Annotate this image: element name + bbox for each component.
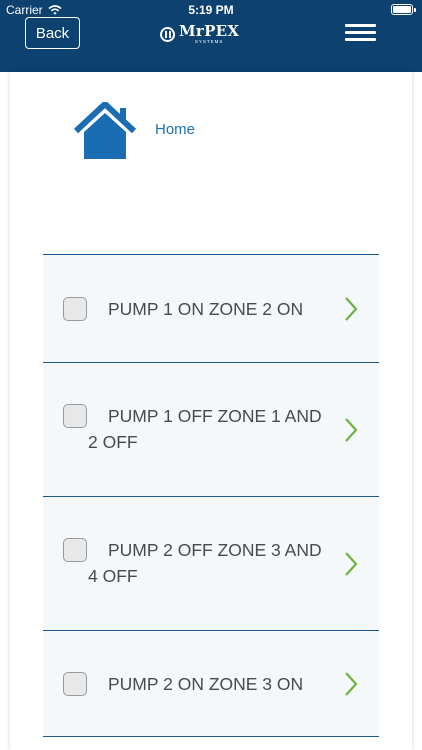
item-checkbox[interactable] [63,538,87,562]
battery-icon [391,4,416,15]
status-time: 5:19 PM [188,3,234,17]
logo-name: MrPEX [179,21,240,40]
home-link[interactable]: Home [74,102,195,160]
item-label: PUMP 2 ON ZONE 3 ON [108,674,304,694]
list-item[interactable]: PUMP 1 ON ZONE 2 ON [43,254,379,362]
app-header: Carrier 5:19 PM Back MrPEX SYSTEMS [0,0,422,72]
list-item[interactable]: PUMP 2 OFF ZONE 3 AND 4 OFF [43,496,379,630]
logo-mark-icon [160,26,175,42]
hamburger-menu-icon[interactable] [345,24,376,42]
chevron-right-icon [345,418,358,442]
list-item[interactable]: PUMP 1 OFF ZONE 1 AND 2 OFF [43,362,379,496]
chevron-right-icon [345,672,358,696]
item-label: PUMP 1 ON ZONE 2 ON [108,299,304,319]
chevron-right-icon [345,297,358,321]
scene-list: PUMP 1 ON ZONE 2 ON PUMP 1 OFF ZONE 1 AN… [43,254,379,737]
item-checkbox[interactable] [63,297,87,321]
back-button[interactable]: Back [25,17,80,49]
item-checkbox[interactable] [63,672,87,696]
mrpex-logo: MrPEX SYSTEMS [160,22,239,46]
house-icon [74,102,136,159]
list-item[interactable]: PUMP 2 ON ZONE 3 ON [43,630,379,737]
item-label: PUMP 1 OFF ZONE 1 AND 2 OFF [88,406,322,452]
item-label: PUMP 2 OFF ZONE 3 AND 4 OFF [88,540,322,586]
home-label: Home [155,120,196,138]
logo-subtitle: SYSTEMS [194,38,224,44]
content-panel: Home PUMP 1 ON ZONE 2 ON PUMP 1 OFF ZONE… [10,72,412,750]
item-checkbox[interactable] [63,404,87,428]
chevron-right-icon [345,552,358,576]
